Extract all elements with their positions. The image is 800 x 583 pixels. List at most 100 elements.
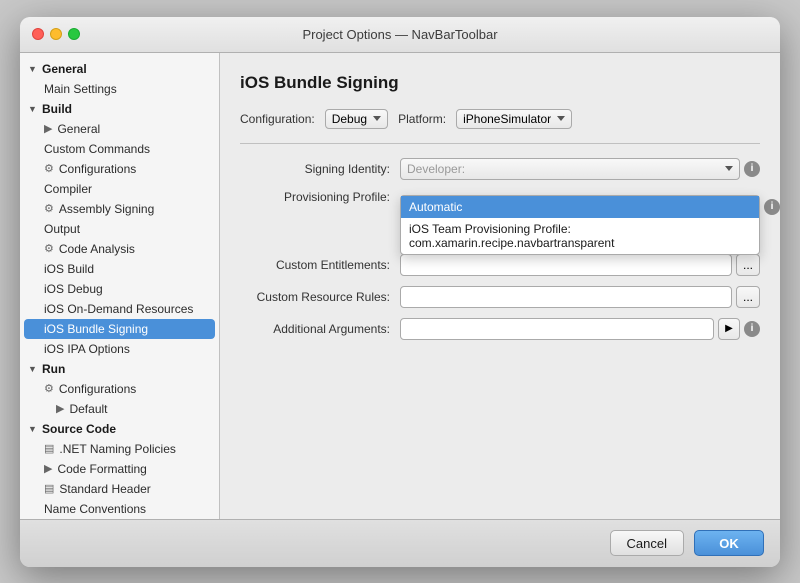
sidebar-item-run-configurations[interactable]: ⚙ Configurations	[20, 379, 219, 399]
signing-identity-row: Signing Identity: Developer: i	[240, 158, 760, 180]
gear-icon-code-analysis: ⚙	[44, 242, 54, 255]
sidebar-section-general[interactable]: ▼ General	[20, 59, 219, 79]
sidebar-item-configurations[interactable]: ⚙ Configurations	[20, 159, 219, 179]
additional-arguments-input[interactable]	[400, 318, 714, 340]
additional-arguments-control: ▶ i	[400, 318, 760, 340]
custom-entitlements-row: Custom Entitlements: ...	[240, 254, 760, 276]
collapse-arrow-general: ▼	[28, 64, 38, 74]
sidebar-item-ios-bundle-signing-label: iOS Bundle Signing	[44, 322, 148, 336]
sidebar-item-standard-header[interactable]: ▤ Standard Header	[20, 479, 219, 499]
platform-dropdown-arrow	[557, 116, 565, 121]
custom-entitlements-ellipsis-button[interactable]: ...	[736, 254, 760, 276]
sidebar-item-general-build-label: General	[57, 122, 100, 136]
sidebar-item-run-default-label: Default	[69, 402, 107, 416]
sidebar-item-ios-ipa-options[interactable]: iOS IPA Options	[20, 339, 219, 359]
config-row: Configuration: Debug Platform: iPhoneSim…	[240, 109, 760, 129]
sidebar-item-ios-ipa-options-label: iOS IPA Options	[44, 342, 130, 356]
custom-entitlements-label: Custom Entitlements:	[240, 258, 400, 272]
sidebar-item-ios-build-label: iOS Build	[44, 262, 94, 276]
sidebar-item-net-naming[interactable]: ▤ .NET Naming Policies	[20, 439, 219, 459]
sidebar-item-custom-commands-label: Custom Commands	[44, 142, 150, 156]
configuration-value: Debug	[332, 112, 367, 126]
sidebar-item-code-analysis[interactable]: ⚙ Code Analysis	[20, 239, 219, 259]
signing-identity-control: Developer: i	[400, 158, 760, 180]
main-window: Project Options — NavBarToolbar ▼ Genera…	[20, 17, 780, 567]
footer: Cancel OK	[20, 519, 780, 567]
additional-arguments-play-button[interactable]: ▶	[718, 318, 740, 340]
custom-resource-rules-label: Custom Resource Rules:	[240, 290, 400, 304]
maximize-button[interactable]	[68, 28, 80, 40]
sidebar-item-assembly-signing[interactable]: ⚙ Assembly Signing	[20, 199, 219, 219]
sidebar-item-ios-debug[interactable]: iOS Debug	[20, 279, 219, 299]
window-title: Project Options — NavBarToolbar	[302, 27, 497, 42]
traffic-lights	[32, 28, 80, 40]
page-title: iOS Bundle Signing	[240, 73, 760, 93]
platform-value: iPhoneSimulator	[463, 112, 551, 126]
provisioning-option-ios-team[interactable]: iOS Team Provisioning Profile: com.xamar…	[401, 218, 759, 254]
sidebar-item-compiler[interactable]: Compiler	[20, 179, 219, 199]
sidebar-item-configurations-label: Configurations	[59, 162, 136, 176]
sidebar-item-standard-header-label: Standard Header	[59, 482, 150, 496]
sidebar-item-net-naming-label: .NET Naming Policies	[59, 442, 175, 456]
sidebar-item-ios-on-demand[interactable]: iOS On-Demand Resources	[20, 299, 219, 319]
platform-label: Platform:	[398, 112, 446, 126]
signing-identity-select[interactable]: Developer:	[400, 158, 740, 180]
list-icon-standard-header: ▤	[44, 482, 54, 495]
additional-arguments-info-button[interactable]: i	[744, 321, 760, 337]
sidebar-item-main-settings[interactable]: Main Settings	[20, 79, 219, 99]
titlebar: Project Options — NavBarToolbar	[20, 17, 780, 53]
sidebar-item-ios-build[interactable]: iOS Build	[20, 259, 219, 279]
custom-resource-rules-ellipsis-button[interactable]: ...	[736, 286, 760, 308]
sidebar-item-general-build[interactable]: ▶ General	[20, 119, 219, 139]
cancel-button[interactable]: Cancel	[610, 530, 684, 556]
configuration-dropdown-arrow	[373, 116, 381, 121]
signing-identity-label: Signing Identity:	[240, 162, 400, 176]
sidebar-section-build[interactable]: ▼ Build	[20, 99, 219, 119]
sidebar-item-ios-bundle-signing[interactable]: iOS Bundle Signing	[24, 319, 215, 339]
custom-resource-rules-row: Custom Resource Rules: ...	[240, 286, 760, 308]
custom-resource-rules-control: ...	[400, 286, 760, 308]
sidebar-item-name-conventions[interactable]: Name Conventions	[20, 499, 219, 519]
sidebar-item-code-formatting[interactable]: ▶ Code Formatting	[20, 459, 219, 479]
sidebar-section-run[interactable]: ▼ Run	[20, 359, 219, 379]
additional-arguments-label: Additional Arguments:	[240, 322, 400, 336]
provisioning-option-automatic[interactable]: Automatic	[401, 196, 759, 218]
gear-icon-assembly: ⚙	[44, 202, 54, 215]
provisioning-profile-label: Provisioning Profile:	[240, 190, 400, 204]
sidebar-item-code-formatting-label: Code Formatting	[57, 462, 146, 476]
sidebar-item-ios-on-demand-label: iOS On-Demand Resources	[44, 302, 193, 316]
platform-select[interactable]: iPhoneSimulator	[456, 109, 572, 129]
sidebar-item-custom-commands[interactable]: Custom Commands	[20, 139, 219, 159]
collapse-arrow-source-code: ▼	[28, 424, 38, 434]
sidebar-section-source-code[interactable]: ▼ Source Code	[20, 419, 219, 439]
sidebar: ▼ General Main Settings ▼ Build ▶ Genera…	[20, 53, 220, 519]
ok-button[interactable]: OK	[694, 530, 764, 556]
custom-entitlements-input[interactable]	[400, 254, 732, 276]
configuration-label: Configuration:	[240, 112, 315, 126]
gear-icon-run-config: ⚙	[44, 382, 54, 395]
list-icon-net-naming: ▤	[44, 442, 54, 455]
arrow-icon-run-default: ▶	[56, 402, 64, 415]
configuration-select[interactable]: Debug	[325, 109, 388, 129]
custom-resource-rules-input[interactable]	[400, 286, 732, 308]
sidebar-item-output[interactable]: Output	[20, 219, 219, 239]
arrow-icon-general-build: ▶	[44, 122, 52, 135]
sidebar-item-main-settings-label: Main Settings	[44, 82, 117, 96]
sidebar-section-general-label: General	[42, 62, 87, 76]
sidebar-item-run-configurations-label: Configurations	[59, 382, 136, 396]
sidebar-item-code-analysis-label: Code Analysis	[59, 242, 135, 256]
provisioning-profile-row: Provisioning Profile: Automatic iOS Team…	[240, 190, 760, 204]
signing-identity-prefix: Developer:	[407, 162, 588, 176]
signing-identity-arrow	[725, 166, 733, 171]
window-body: ▼ General Main Settings ▼ Build ▶ Genera…	[20, 53, 780, 519]
custom-entitlements-control: ...	[400, 254, 760, 276]
provisioning-profile-info-button[interactable]: i	[764, 199, 780, 215]
sidebar-item-run-default[interactable]: ▶ Default	[20, 399, 219, 419]
gear-icon-configurations: ⚙	[44, 162, 54, 175]
minimize-button[interactable]	[50, 28, 62, 40]
arrow-icon-code-formatting: ▶	[44, 462, 52, 475]
collapse-arrow-run: ▼	[28, 364, 38, 374]
sidebar-item-output-label: Output	[44, 222, 80, 236]
close-button[interactable]	[32, 28, 44, 40]
signing-identity-info-button[interactable]: i	[744, 161, 760, 177]
